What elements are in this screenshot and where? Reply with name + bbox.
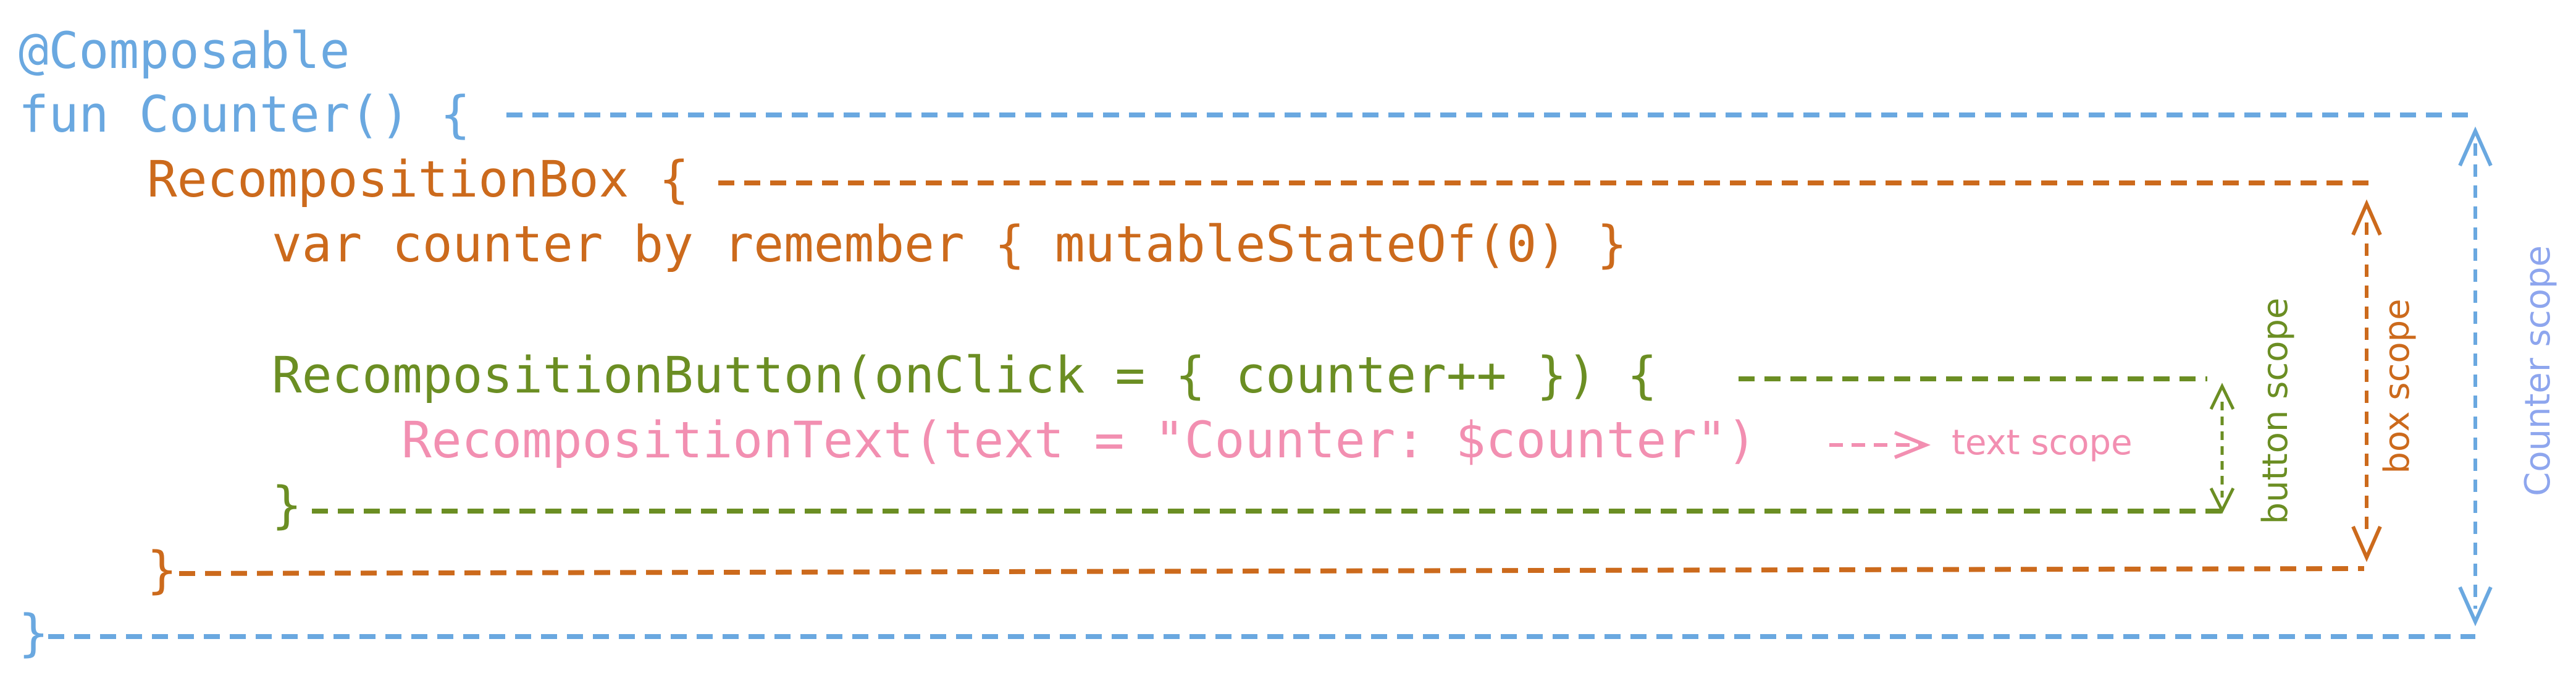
recomposition-scopes-diagram: @Composable fun Counter() { Recompositio… bbox=[19, 22, 2558, 663]
counter-state-declaration: var counter by remember { mutableStateOf… bbox=[272, 216, 1627, 274]
box-scope-arrow bbox=[2351, 199, 2382, 562]
recomposition-box-open: RecompositionBox { bbox=[147, 151, 689, 209]
recomposition-button-close: } bbox=[272, 476, 302, 535]
counter-scope-arrow bbox=[2458, 126, 2493, 627]
recomposition-box-close: } bbox=[147, 541, 177, 599]
counter-scope-label: Counter scope bbox=[2518, 245, 2558, 496]
text-scope-label: text scope bbox=[1952, 423, 2133, 463]
counter-function-close: } bbox=[19, 604, 49, 663]
composable-annotation: @Composable bbox=[19, 22, 350, 80]
button-scope-label: button scope bbox=[2255, 298, 2296, 525]
button-scope-arrow bbox=[2209, 383, 2235, 514]
text-scope-arrow bbox=[1829, 431, 1931, 459]
recomposition-text-call: RecompositionText(text = "Counter: $coun… bbox=[401, 412, 1756, 470]
recomposition-button-open: RecompositionButton(onClick = { counter+… bbox=[272, 347, 1657, 405]
counter-function-open: fun Counter() { bbox=[19, 86, 471, 144]
box-scope-label: box scope bbox=[2377, 299, 2417, 473]
